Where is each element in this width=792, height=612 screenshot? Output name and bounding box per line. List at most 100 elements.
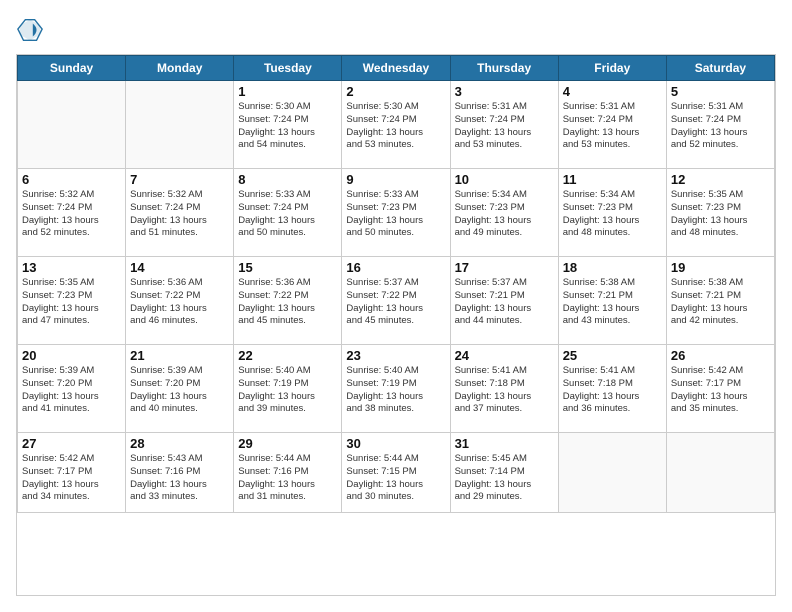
day-number: 22	[238, 348, 337, 363]
day-number: 24	[455, 348, 554, 363]
day-info: Sunrise: 5:38 AM Sunset: 7:21 PM Dayligh…	[671, 277, 770, 328]
day-cell: 12Sunrise: 5:35 AM Sunset: 7:23 PM Dayli…	[666, 169, 774, 257]
day-cell: 17 Sunrise: 5:37 AM Sunset: 7:21 PM Dayli…	[450, 257, 558, 345]
day-cell: 29Sunrise: 5:44 AM Sunset: 7:16 PM Dayli…	[234, 433, 342, 513]
day-cell: 24 Sunrise: 5:41 AM Sunset: 7:18 PM Dayli…	[450, 345, 558, 433]
day-info: Sunrise: 5:30 AM Sunset: 7:24 PM Dayligh…	[346, 101, 445, 152]
day-number: 25	[563, 348, 662, 363]
week-row-4: 27 Sunrise: 5:42 AM Sunset: 7:17 PM Dayli…	[18, 433, 775, 513]
col-header-thursday: Thursday	[450, 56, 558, 81]
day-info: Sunrise: 5:31 AM Sunset: 7:24 PM Dayligh…	[671, 101, 770, 152]
day-info: Sunrise: 5:43 AM Sunset: 7:16 PM Dayligh…	[130, 453, 229, 504]
day-cell: 23 Sunrise: 5:40 AM Sunset: 7:19 PM Dayli…	[342, 345, 450, 433]
col-header-wednesday: Wednesday	[342, 56, 450, 81]
day-number: 27	[22, 436, 121, 451]
day-cell: 26Sunrise: 5:42 AM Sunset: 7:17 PM Dayli…	[666, 345, 774, 433]
day-cell: 21 Sunrise: 5:39 AM Sunset: 7:20 PM Dayli…	[126, 345, 234, 433]
logo-icon	[16, 16, 44, 44]
day-info: Sunrise: 5:37 AM Sunset: 7:22 PM Dayligh…	[346, 277, 445, 328]
day-cell: 2 Sunrise: 5:30 AM Sunset: 7:24 PM Daylig…	[342, 81, 450, 169]
day-info: Sunrise: 5:37 AM Sunset: 7:21 PM Dayligh…	[455, 277, 554, 328]
day-cell: 18 Sunrise: 5:38 AM Sunset: 7:21 PM Dayli…	[558, 257, 666, 345]
calendar-table: SundayMondayTuesdayWednesdayThursdayFrid…	[17, 55, 775, 513]
day-cell: 25 Sunrise: 5:41 AM Sunset: 7:18 PM Dayli…	[558, 345, 666, 433]
day-number: 19	[671, 260, 770, 275]
day-cell: 22 Sunrise: 5:40 AM Sunset: 7:19 PM Dayli…	[234, 345, 342, 433]
day-cell: 11 Sunrise: 5:34 AM Sunset: 7:23 PM Dayli…	[558, 169, 666, 257]
day-info: Sunrise: 5:41 AM Sunset: 7:18 PM Dayligh…	[455, 365, 554, 416]
day-info: Sunrise: 5:36 AM Sunset: 7:22 PM Dayligh…	[130, 277, 229, 328]
day-info: Sunrise: 5:44 AM Sunset: 7:16 PM Dayligh…	[238, 453, 337, 504]
day-number: 4	[563, 84, 662, 99]
day-number: 5	[671, 84, 770, 99]
day-number: 8	[238, 172, 337, 187]
day-info: Sunrise: 5:45 AM Sunset: 7:14 PM Dayligh…	[455, 453, 554, 504]
day-info: Sunrise: 5:32 AM Sunset: 7:24 PM Dayligh…	[22, 189, 121, 240]
day-cell: 15Sunrise: 5:36 AM Sunset: 7:22 PM Dayli…	[234, 257, 342, 345]
day-number: 14	[130, 260, 229, 275]
day-info: Sunrise: 5:42 AM Sunset: 7:17 PM Dayligh…	[22, 453, 121, 504]
calendar: SundayMondayTuesdayWednesdayThursdayFrid…	[16, 54, 776, 596]
day-number: 9	[346, 172, 445, 187]
week-row-0: 1 Sunrise: 5:30 AM Sunset: 7:24 PM Daylig…	[18, 81, 775, 169]
day-header-row: SundayMondayTuesdayWednesdayThursdayFrid…	[18, 56, 775, 81]
day-cell	[126, 81, 234, 169]
day-info: Sunrise: 5:35 AM Sunset: 7:23 PM Dayligh…	[671, 189, 770, 240]
day-info: Sunrise: 5:41 AM Sunset: 7:18 PM Dayligh…	[563, 365, 662, 416]
day-info: Sunrise: 5:38 AM Sunset: 7:21 PM Dayligh…	[563, 277, 662, 328]
day-cell: 5 Sunrise: 5:31 AM Sunset: 7:24 PM Daylig…	[666, 81, 774, 169]
day-number: 17	[455, 260, 554, 275]
week-row-2: 13 Sunrise: 5:35 AM Sunset: 7:23 PM Dayli…	[18, 257, 775, 345]
day-info: Sunrise: 5:39 AM Sunset: 7:20 PM Dayligh…	[22, 365, 121, 416]
day-info: Sunrise: 5:33 AM Sunset: 7:23 PM Dayligh…	[346, 189, 445, 240]
day-cell: 30 Sunrise: 5:44 AM Sunset: 7:15 PM Dayli…	[342, 433, 450, 513]
day-cell: 4 Sunrise: 5:31 AM Sunset: 7:24 PM Daylig…	[558, 81, 666, 169]
day-info: Sunrise: 5:32 AM Sunset: 7:24 PM Dayligh…	[130, 189, 229, 240]
day-info: Sunrise: 5:33 AM Sunset: 7:24 PM Dayligh…	[238, 189, 337, 240]
day-cell: 7 Sunrise: 5:32 AM Sunset: 7:24 PM Daylig…	[126, 169, 234, 257]
day-info: Sunrise: 5:40 AM Sunset: 7:19 PM Dayligh…	[346, 365, 445, 416]
day-info: Sunrise: 5:31 AM Sunset: 7:24 PM Dayligh…	[563, 101, 662, 152]
day-number: 11	[563, 172, 662, 187]
week-row-1: 6Sunrise: 5:32 AM Sunset: 7:24 PM Daylig…	[18, 169, 775, 257]
day-cell: 19 Sunrise: 5:38 AM Sunset: 7:21 PM Dayli…	[666, 257, 774, 345]
day-number: 18	[563, 260, 662, 275]
logo	[16, 16, 48, 44]
day-info: Sunrise: 5:40 AM Sunset: 7:19 PM Dayligh…	[238, 365, 337, 416]
day-info: Sunrise: 5:35 AM Sunset: 7:23 PM Dayligh…	[22, 277, 121, 328]
day-info: Sunrise: 5:34 AM Sunset: 7:23 PM Dayligh…	[455, 189, 554, 240]
day-info: Sunrise: 5:44 AM Sunset: 7:15 PM Dayligh…	[346, 453, 445, 504]
day-number: 30	[346, 436, 445, 451]
day-cell: 10 Sunrise: 5:34 AM Sunset: 7:23 PM Dayli…	[450, 169, 558, 257]
day-number: 1	[238, 84, 337, 99]
day-cell: 1 Sunrise: 5:30 AM Sunset: 7:24 PM Daylig…	[234, 81, 342, 169]
day-number: 20	[22, 348, 121, 363]
day-number: 3	[455, 84, 554, 99]
header	[16, 16, 776, 44]
day-number: 7	[130, 172, 229, 187]
day-number: 21	[130, 348, 229, 363]
day-number: 31	[455, 436, 554, 451]
day-cell: 31 Sunrise: 5:45 AM Sunset: 7:14 PM Dayli…	[450, 433, 558, 513]
day-number: 16	[346, 260, 445, 275]
day-info: Sunrise: 5:34 AM Sunset: 7:23 PM Dayligh…	[563, 189, 662, 240]
day-info: Sunrise: 5:30 AM Sunset: 7:24 PM Dayligh…	[238, 101, 337, 152]
day-number: 23	[346, 348, 445, 363]
day-number: 15	[238, 260, 337, 275]
day-cell: 3 Sunrise: 5:31 AM Sunset: 7:24 PM Daylig…	[450, 81, 558, 169]
day-cell: 8 Sunrise: 5:33 AM Sunset: 7:24 PM Daylig…	[234, 169, 342, 257]
col-header-saturday: Saturday	[666, 56, 774, 81]
day-number: 28	[130, 436, 229, 451]
day-number: 13	[22, 260, 121, 275]
day-number: 2	[346, 84, 445, 99]
col-header-monday: Monday	[126, 56, 234, 81]
day-cell	[558, 433, 666, 513]
day-number: 10	[455, 172, 554, 187]
week-row-3: 20 Sunrise: 5:39 AM Sunset: 7:20 PM Dayli…	[18, 345, 775, 433]
day-info: Sunrise: 5:31 AM Sunset: 7:24 PM Dayligh…	[455, 101, 554, 152]
day-cell: 14 Sunrise: 5:36 AM Sunset: 7:22 PM Dayli…	[126, 257, 234, 345]
col-header-sunday: Sunday	[18, 56, 126, 81]
col-header-friday: Friday	[558, 56, 666, 81]
day-cell: 20 Sunrise: 5:39 AM Sunset: 7:20 PM Dayli…	[18, 345, 126, 433]
day-info: Sunrise: 5:39 AM Sunset: 7:20 PM Dayligh…	[130, 365, 229, 416]
